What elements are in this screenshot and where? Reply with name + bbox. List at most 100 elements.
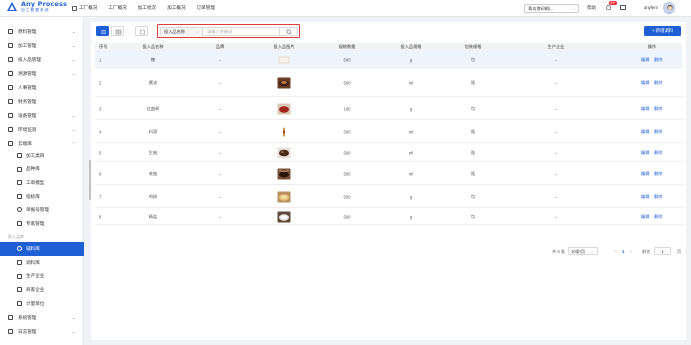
card-view-button[interactable]: [111, 26, 124, 36]
sidebar-item-label: 溯源管理: [18, 70, 37, 76]
goto-label: 前往: [642, 249, 651, 254]
cell-brand: --: [218, 150, 222, 155]
delete-button[interactable]: 删除: [654, 129, 662, 135]
edit-button[interactable]: 编辑: [641, 194, 649, 200]
product-thumbnail[interactable]: [277, 103, 291, 114]
sidebar-item[interactable]: 品种库: [0, 163, 84, 177]
cell-qty: 500: [343, 150, 351, 155]
table-row[interactable]: 2 酱油 -- 500 ml 瓶 -- 编辑 删除: [95, 68, 682, 97]
topnav-label: 订单管理: [196, 5, 215, 10]
prev-page-button[interactable]: <: [614, 249, 616, 254]
topnav-home[interactable]: 工厂概况: [72, 5, 97, 11]
sidebar-item-label: 原料管理: [18, 28, 37, 34]
sidebar-item[interactable]: 投入品管理 ⌄: [0, 53, 84, 67]
edit-button[interactable]: 编辑: [641, 106, 649, 112]
logo[interactable]: Any Process 加工数据系统: [6, 1, 67, 13]
sidebar-item[interactable]: 商家企业: [0, 283, 84, 297]
product-thumbnail[interactable]: [277, 77, 291, 88]
delete-button[interactable]: 删除: [654, 194, 662, 200]
search-field-select[interactable]: 投入品名称 ⌵: [161, 28, 203, 36]
table-row[interactable]: 6 老抽 -- 500 ml 瓶 -- 编辑 删除: [95, 162, 682, 185]
user-name[interactable]: anyfenl: [644, 5, 658, 10]
table-row[interactable]: 3 红曲粉 -- 100 g 包 -- 编辑 删除: [95, 97, 682, 120]
sidebar-item[interactable]: 加工类目: [0, 149, 84, 163]
delete-button[interactable]: 删除: [654, 80, 662, 86]
scissors-icon: [8, 29, 13, 34]
avatar[interactable]: [663, 2, 675, 14]
column-header: 包装规格: [464, 44, 482, 49]
cell-qty: 500: [343, 129, 351, 134]
cell-no: 7: [99, 194, 102, 199]
topnav-orders[interactable]: 订单管理: [197, 5, 215, 11]
sidebar-item[interactable]: 人事管理: [0, 81, 84, 95]
product-thumbnail[interactable]: [277, 126, 291, 137]
table-row[interactable]: 4 料酒 -- 500 ml 瓶 -- 编辑 删除: [95, 120, 682, 143]
bell-icon[interactable]: [605, 4, 612, 11]
list-view-button[interactable]: [96, 26, 109, 36]
table-row[interactable]: 5 生抽 -- 500 ml 瓶 -- 编辑 删除: [95, 143, 682, 162]
chevron-down-icon: ⌄: [72, 315, 76, 321]
sidebar-item[interactable]: 原料管理 ⌄: [0, 25, 84, 39]
topnav-label: 加工批次: [137, 5, 157, 10]
sidebar-item[interactable]: 设备管理 ⌄: [0, 109, 84, 123]
table-row[interactable]: 7 鸡粉 -- 500 g 包 -- 编辑 删除: [95, 185, 682, 208]
search-input[interactable]: 请输入关键词: [205, 28, 277, 36]
sidebar-item[interactable]: 加工管理 ⌄: [0, 39, 84, 53]
edit-button[interactable]: 编辑: [641, 57, 649, 63]
column-header: 品牌: [215, 44, 225, 49]
cell-name: 料酒: [148, 128, 158, 134]
product-thumbnail[interactable]: [277, 191, 291, 202]
delete-button[interactable]: 删除: [654, 171, 662, 177]
sidebar-item[interactable]: 专家管理: [0, 217, 84, 231]
current-page[interactable]: 1: [622, 249, 624, 254]
mail-icon[interactable]: [620, 5, 626, 10]
table-row[interactable]: 8 精盐 -- 500 g 包 -- 编辑 删除: [95, 208, 682, 225]
product-thumbnail[interactable]: [277, 211, 291, 222]
sidebar-item[interactable]: 调料库: [0, 256, 84, 270]
cell-no: 6: [99, 171, 102, 176]
topnav-factory[interactable]: 工厂概况: [108, 5, 126, 11]
cell-maker: --: [554, 194, 558, 199]
delete-button[interactable]: 删除: [654, 150, 662, 156]
sidebar-item-label: 日志管理: [18, 328, 37, 334]
circle-icon: [17, 246, 22, 251]
refresh-button[interactable]: [135, 26, 148, 36]
product-thumbnail[interactable]: [277, 168, 291, 179]
sidebar-item[interactable]: 辅料库: [0, 242, 84, 256]
tenant-select[interactable]: 青岛港印刷(... ⌵: [524, 4, 579, 13]
sidebar-item[interactable]: 计量单位: [0, 297, 84, 311]
edit-button[interactable]: 编辑: [641, 171, 649, 177]
sidebar-item[interactable]: 单据号管理: [0, 203, 84, 217]
next-page-button[interactable]: >: [630, 249, 632, 254]
cell-brand: --: [218, 171, 222, 176]
table-row[interactable]: 1 糖 -- 500 g 包 -- 编辑 删除: [95, 51, 682, 68]
product-thumbnail[interactable]: [277, 147, 291, 158]
sidebar-item[interactable]: 环境监测 ⌄: [0, 123, 84, 137]
delete-button[interactable]: 删除: [654, 106, 662, 112]
edit-button[interactable]: 编辑: [641, 150, 649, 156]
page-size-select[interactable]: 10条/页 ⌵: [568, 247, 598, 255]
sidebar-item[interactable]: 指标库: [0, 190, 84, 204]
edit-button[interactable]: 编辑: [641, 80, 649, 86]
sidebar-item[interactable]: 溯源管理 ⌄: [0, 67, 84, 81]
sidebar-item[interactable]: 工单模型: [0, 176, 84, 190]
sidebar-item[interactable]: 日志管理 ⌄: [0, 325, 84, 339]
edit-button[interactable]: 编辑: [641, 129, 649, 135]
chevron-down-icon: ⌄: [72, 329, 76, 335]
add-seasoning-button[interactable]: + 新增调料: [644, 26, 681, 36]
people-icon: [17, 221, 22, 226]
edit-button[interactable]: 编辑: [641, 214, 649, 220]
sidebar-item[interactable]: 系统管理 ⌄: [0, 311, 84, 325]
goto-page-input[interactable]: 1: [654, 247, 671, 255]
product-thumbnail[interactable]: [278, 54, 291, 65]
column-header: 规格数量: [338, 44, 356, 49]
search-button[interactable]: [279, 28, 297, 36]
help-link[interactable]: 帮助: [587, 5, 596, 11]
topnav-process[interactable]: 加工概况: [167, 5, 185, 11]
delete-button[interactable]: 删除: [654, 57, 662, 63]
sidebar-item[interactable]: 财务管理: [0, 95, 84, 109]
sidebar-item[interactable]: 生产企业: [0, 270, 84, 284]
topnav-label: 工厂概况: [79, 5, 98, 10]
topnav-batch[interactable]: 加工批次: [138, 5, 156, 11]
delete-button[interactable]: 删除: [654, 214, 662, 220]
